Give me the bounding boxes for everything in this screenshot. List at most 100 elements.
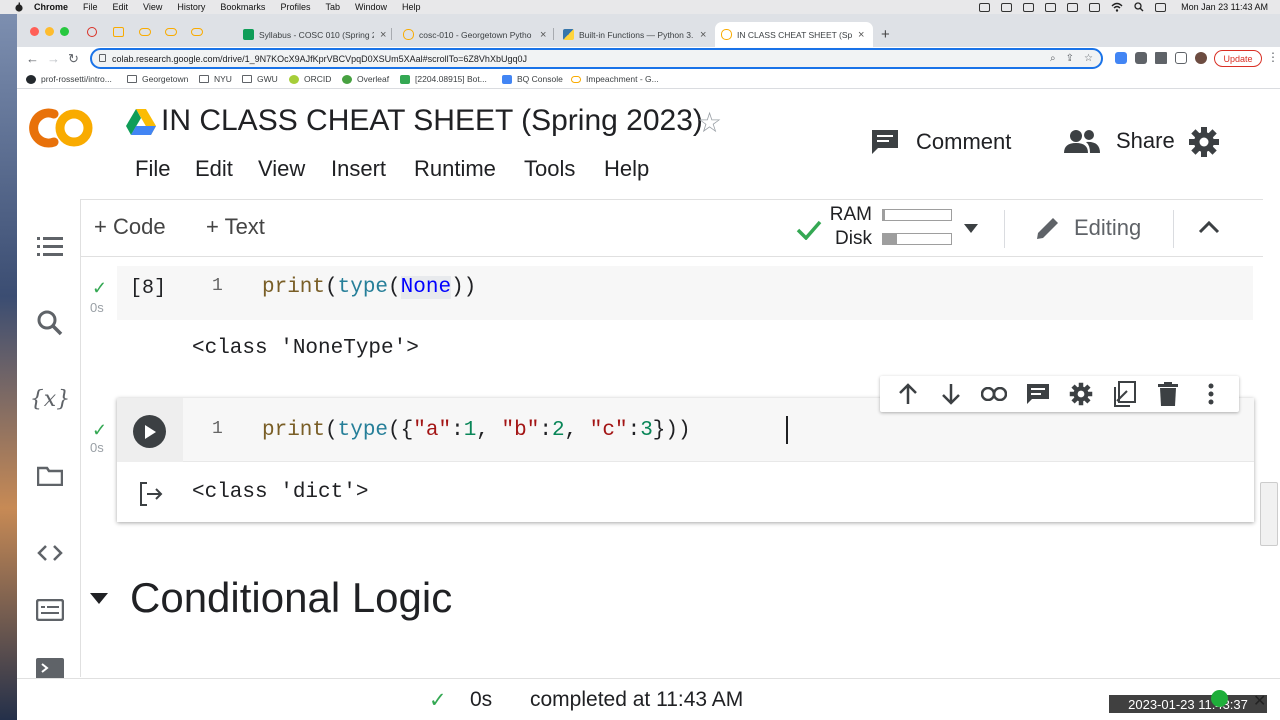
status-icon[interactable] bbox=[979, 2, 991, 12]
command-palette-icon[interactable] bbox=[35, 595, 65, 625]
sidepanel-icon[interactable] bbox=[1175, 52, 1187, 64]
variables-icon[interactable]: {x} bbox=[30, 384, 70, 414]
close-tab-icon[interactable]: × bbox=[540, 29, 546, 41]
notebook-title[interactable]: IN CLASS CHEAT SHEET (Spring 2023) bbox=[161, 104, 703, 138]
bookmark-item[interactable]: NYU bbox=[199, 74, 232, 84]
run-cell-button[interactable] bbox=[133, 415, 166, 448]
bookmark-item[interactable]: ORCID bbox=[289, 74, 331, 84]
zoom-icon[interactable]: ⌕ bbox=[1050, 53, 1056, 64]
bookmark-star-icon[interactable]: ☆ bbox=[1084, 53, 1093, 64]
menu-file[interactable]: File bbox=[135, 156, 170, 182]
google-drive-icon[interactable] bbox=[126, 109, 156, 135]
close-tab-icon[interactable]: × bbox=[380, 29, 386, 41]
comment-button[interactable]: Comment bbox=[870, 128, 1011, 156]
status-icon[interactable] bbox=[1023, 2, 1035, 12]
menubar-item-file[interactable]: File bbox=[83, 2, 98, 12]
link-icon[interactable] bbox=[980, 380, 1008, 408]
share-page-icon[interactable]: ⇪ bbox=[1066, 53, 1074, 64]
menubar-item-bookmarks[interactable]: Bookmarks bbox=[220, 2, 265, 12]
menubar-item-tab[interactable]: Tab bbox=[325, 2, 340, 12]
output-actions-icon[interactable] bbox=[139, 482, 165, 506]
tab-built-in-functions[interactable]: Built-in Functions — Python 3. × bbox=[557, 22, 706, 47]
pinned-tab-icon[interactable] bbox=[139, 28, 151, 36]
close-tab-icon[interactable]: × bbox=[858, 29, 864, 41]
apple-icon[interactable] bbox=[14, 2, 24, 12]
menu-runtime[interactable]: Runtime bbox=[414, 156, 496, 182]
lock-icon[interactable] bbox=[99, 54, 106, 62]
menu-view[interactable]: View bbox=[258, 156, 305, 182]
reload-icon[interactable]: ↻ bbox=[68, 51, 79, 67]
menubar-item-profiles[interactable]: Profiles bbox=[280, 2, 310, 12]
menubar-item-help[interactable]: Help bbox=[402, 2, 421, 12]
code-line[interactable]: print(type(None)) bbox=[262, 276, 476, 299]
forward-icon[interactable]: → bbox=[47, 51, 60, 66]
delete-cell-icon[interactable] bbox=[1154, 380, 1182, 408]
bookmark-item[interactable]: Impeachment - G... bbox=[571, 74, 659, 84]
status-icon[interactable] bbox=[1001, 2, 1013, 12]
section-heading[interactable]: Conditional Logic bbox=[90, 574, 452, 622]
status-icon[interactable] bbox=[1067, 2, 1079, 12]
pinned-tab-icon[interactable] bbox=[113, 27, 124, 37]
add-code-cell-button[interactable]: + Code bbox=[94, 214, 166, 240]
puzzle-icon[interactable] bbox=[1155, 52, 1167, 64]
colab-logo-icon[interactable] bbox=[24, 104, 94, 152]
bookmark-item[interactable]: Georgetown bbox=[127, 74, 188, 84]
control-center-icon[interactable] bbox=[1155, 2, 1167, 12]
address-bar[interactable]: colab.research.google.com/drive/1_9N7KOc… bbox=[90, 48, 1103, 69]
menu-help[interactable]: Help bbox=[604, 156, 649, 182]
table-of-contents-icon[interactable] bbox=[35, 232, 65, 262]
star-icon[interactable]: ☆ bbox=[697, 106, 722, 139]
menubar-item-window[interactable]: Window bbox=[355, 2, 387, 12]
move-cell-up-icon[interactable] bbox=[894, 380, 922, 408]
profile-avatar[interactable] bbox=[1195, 52, 1207, 64]
settings-gear-icon[interactable] bbox=[1188, 126, 1220, 158]
collapse-header-icon[interactable] bbox=[1198, 220, 1220, 234]
back-icon[interactable]: ← bbox=[26, 51, 39, 66]
files-folder-icon[interactable] bbox=[35, 461, 65, 491]
menu-insert[interactable]: Insert bbox=[331, 156, 386, 182]
bookmark-item[interactable]: Overleaf bbox=[342, 74, 389, 84]
battery-icon[interactable] bbox=[1089, 2, 1101, 12]
close-window-button[interactable] bbox=[30, 27, 39, 36]
extension-icon[interactable] bbox=[1135, 52, 1147, 64]
more-actions-icon[interactable] bbox=[1197, 380, 1225, 408]
share-button[interactable]: Share bbox=[1064, 128, 1175, 154]
code-snippets-icon[interactable] bbox=[35, 538, 65, 568]
cell-settings-icon[interactable] bbox=[1067, 380, 1095, 408]
status-icon[interactable] bbox=[1045, 2, 1057, 12]
mirror-cell-icon[interactable] bbox=[1111, 380, 1139, 408]
url-text[interactable]: colab.research.google.com/drive/1_9N7KOc… bbox=[112, 54, 527, 64]
close-tab-icon[interactable]: × bbox=[700, 29, 706, 41]
extension-icon[interactable] bbox=[1115, 52, 1127, 64]
menubar-item-history[interactable]: History bbox=[177, 2, 205, 12]
resource-monitor[interactable]: RAM Disk bbox=[824, 203, 952, 251]
zoom-window-button[interactable] bbox=[60, 27, 69, 36]
menubar-clock[interactable]: Mon Jan 23 11:43 AM bbox=[1181, 2, 1268, 12]
collapse-section-icon[interactable] bbox=[90, 592, 108, 604]
tab-in-class-cheat-sheet[interactable]: IN CLASS CHEAT SHEET (Sprin × bbox=[715, 22, 873, 47]
pinned-tab-icon[interactable] bbox=[87, 27, 97, 37]
add-text-cell-button[interactable]: + Text bbox=[206, 214, 265, 240]
code-cell-selected[interactable]: 1 print(type({"a":1, "b":2, "c":3})) <cl… bbox=[117, 398, 1254, 522]
tab-syllabus[interactable]: Syllabus - COSC 010 (Spring 2 × bbox=[237, 22, 386, 47]
search-icon[interactable] bbox=[35, 308, 65, 338]
bookmark-item[interactable]: [2204.08915] Bot... bbox=[400, 74, 487, 84]
minimize-window-button[interactable] bbox=[45, 27, 54, 36]
more-menu-icon[interactable]: ⋮ bbox=[1267, 50, 1279, 64]
move-cell-down-icon[interactable] bbox=[937, 380, 965, 408]
runtime-dropdown-icon[interactable] bbox=[964, 224, 978, 234]
pinned-tab-icon[interactable] bbox=[191, 28, 203, 36]
bookmark-item[interactable]: BQ Console bbox=[502, 74, 563, 84]
menubar-app-name[interactable]: Chrome bbox=[34, 2, 68, 12]
update-button[interactable]: Update bbox=[1214, 50, 1262, 67]
close-overlay-icon[interactable]: ✕ bbox=[1253, 691, 1266, 711]
pinned-tab-icon[interactable] bbox=[165, 28, 177, 36]
search-icon[interactable] bbox=[1134, 2, 1144, 12]
bookmark-item[interactable]: GWU bbox=[242, 74, 278, 84]
scrollbar[interactable] bbox=[1260, 482, 1278, 546]
new-tab-button[interactable]: + bbox=[881, 26, 890, 43]
menubar-item-view[interactable]: View bbox=[143, 2, 162, 12]
wifi-icon[interactable] bbox=[1111, 2, 1123, 12]
code-line[interactable]: print(type({"a":1, "b":2, "c":3})) bbox=[262, 419, 691, 442]
bookmark-item[interactable]: prof-rossetti/intro... bbox=[26, 74, 112, 84]
